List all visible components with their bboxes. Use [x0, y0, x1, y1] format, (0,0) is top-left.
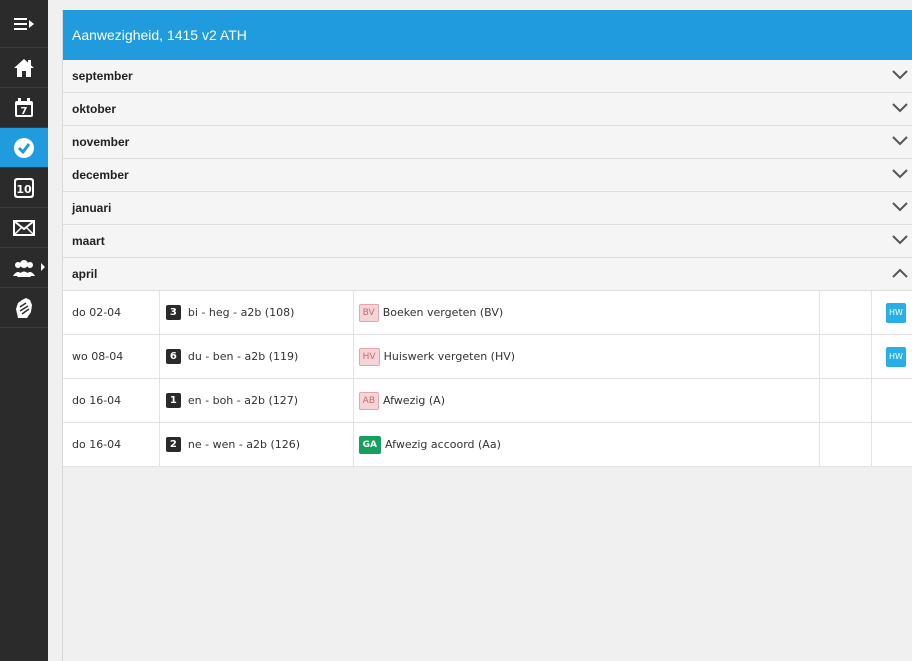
row-empty-cell: [820, 335, 873, 378]
chevron-down-icon: [892, 136, 908, 146]
absence-code-badge: GA: [358, 435, 382, 454]
month-label: januari: [72, 201, 112, 215]
submenu-arrow-icon: [41, 263, 45, 271]
sidebar-item-people[interactable]: [0, 248, 48, 288]
table-row[interactable]: do 16-04 2 ne - wen - a2b (126) GA Afwez…: [63, 423, 912, 467]
sidebar-item-activities[interactable]: [0, 288, 48, 328]
row-lesson: 1 en - boh - a2b (127): [160, 379, 354, 422]
sidebar: 7 10: [0, 0, 48, 661]
month-maart[interactable]: maart: [63, 225, 912, 258]
row-lesson: 2 ne - wen - a2b (126): [160, 423, 354, 466]
chevron-down-icon: [892, 169, 908, 179]
absence-code-badge: HV: [358, 347, 380, 366]
hour-badge: 1: [165, 393, 181, 408]
row-absence: GA Afwezig accoord (Aa): [354, 423, 821, 466]
lesson-text: du - ben - a2b (119): [187, 350, 299, 363]
month-november[interactable]: november: [63, 126, 912, 159]
hour-badge: 3: [165, 305, 181, 320]
month-label: april: [72, 267, 98, 281]
month-september[interactable]: september: [63, 60, 912, 93]
absence-code-badge: AB: [358, 391, 379, 410]
home-icon: [14, 58, 34, 77]
month-label: september: [72, 69, 133, 83]
lesson-text: en - boh - a2b (127): [187, 394, 299, 407]
lesson-text: bi - heg - a2b (108): [187, 306, 295, 319]
page-title: Aanwezigheid, 1415 v2 ATH: [63, 10, 912, 60]
checkmark-icon: [14, 137, 34, 158]
attendance-table: do 02-04 3 bi - heg - a2b (108) BV Boeke…: [63, 291, 912, 467]
chevron-down-icon: [892, 103, 908, 113]
calendar-icon: 7: [15, 97, 33, 117]
month-oktober[interactable]: oktober: [63, 93, 912, 126]
hands-icon: [16, 297, 32, 318]
sidebar-item-messages[interactable]: [0, 208, 48, 248]
month-april[interactable]: april: [63, 258, 912, 291]
row-lesson: 6 du - ben - a2b (119): [160, 335, 354, 378]
row-empty-cell: [820, 291, 873, 334]
sidebar-item-agenda[interactable]: 7: [0, 88, 48, 128]
chevron-up-icon: [892, 268, 908, 278]
sidebar-item-attendance[interactable]: [0, 128, 48, 168]
month-label: december: [72, 168, 129, 182]
hour-badge: 2: [165, 437, 181, 452]
row-absence: HV Huiswerk vergeten (HV): [354, 335, 821, 378]
absence-code-badge: BV: [358, 303, 379, 322]
table-row[interactable]: wo 08-04 6 du - ben - a2b (119) HV Huisw…: [63, 335, 912, 379]
row-date: do 16-04: [63, 423, 160, 466]
row-hw-cell: [872, 423, 912, 466]
row-absence: BV Boeken vergeten (BV): [354, 291, 821, 334]
svg-text:10: 10: [16, 183, 32, 196]
absence-description: Boeken vergeten (BV): [382, 306, 504, 319]
row-lesson: 3 bi - heg - a2b (108): [160, 291, 354, 334]
table-row[interactable]: do 02-04 3 bi - heg - a2b (108) BV Boeke…: [63, 291, 912, 335]
menu-toggle-button[interactable]: [0, 0, 48, 48]
grades-icon: 10: [14, 177, 34, 198]
table-row[interactable]: do 16-04 1 en - boh - a2b (127) AB Afwez…: [63, 379, 912, 423]
row-date: wo 08-04: [63, 335, 160, 378]
chevron-down-icon: [892, 235, 908, 245]
row-absence: AB Afwezig (A): [354, 379, 821, 422]
month-label: maart: [72, 234, 105, 248]
month-januari[interactable]: januari: [63, 192, 912, 225]
row-date: do 16-04: [63, 379, 160, 422]
row-hw-cell: HW: [872, 335, 912, 378]
homework-badge[interactable]: HW: [885, 302, 906, 323]
absence-description: Huiswerk vergeten (HV): [383, 350, 516, 363]
menu-toggle-icon: [14, 17, 34, 30]
lesson-text: ne - wen - a2b (126): [187, 438, 301, 451]
row-empty-cell: [820, 423, 873, 466]
people-icon: [13, 259, 35, 277]
month-december[interactable]: december: [63, 159, 912, 192]
row-date: do 02-04: [63, 291, 160, 334]
homework-badge[interactable]: HW: [885, 346, 906, 367]
month-label: oktober: [72, 102, 117, 116]
chevron-down-icon: [892, 202, 908, 212]
svg-text:7: 7: [21, 106, 28, 117]
hour-badge: 6: [165, 349, 181, 364]
row-empty-cell: [820, 379, 873, 422]
mail-icon: [13, 219, 35, 236]
sidebar-item-home[interactable]: [0, 48, 48, 88]
row-hw-cell: HW: [872, 291, 912, 334]
month-label: november: [72, 135, 130, 149]
sidebar-gap: [48, 0, 62, 661]
chevron-down-icon: [892, 70, 908, 80]
absence-description: Afwezig accoord (Aa): [385, 438, 501, 451]
sidebar-item-grades[interactable]: 10: [0, 168, 48, 208]
absence-description: Afwezig (A): [383, 394, 445, 407]
attendance-panel: Aanwezigheid, 1415 v2 ATH september okto…: [62, 10, 912, 661]
row-hw-cell: [872, 379, 912, 422]
